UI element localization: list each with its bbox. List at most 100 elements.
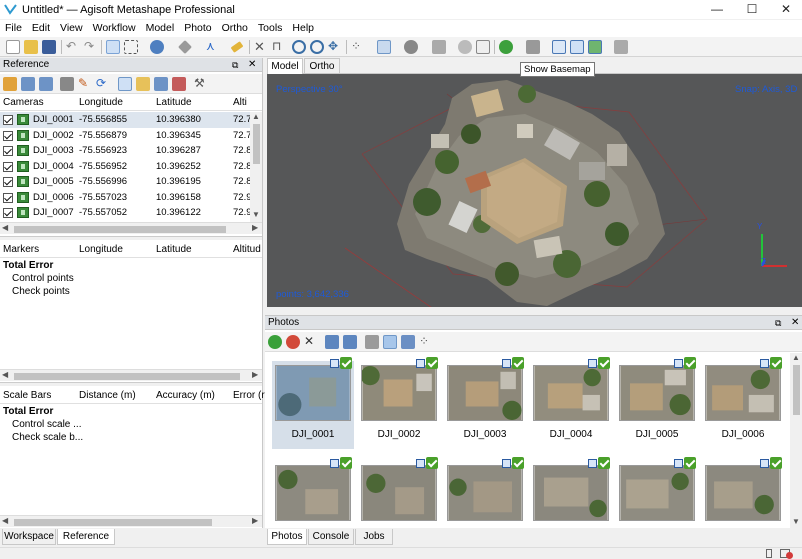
photo-thumbnail[interactable] bbox=[533, 465, 609, 521]
col-cameras[interactable]: Cameras bbox=[3, 95, 44, 111]
new-document-icon[interactable] bbox=[6, 40, 20, 54]
export-reference-icon[interactable] bbox=[21, 77, 35, 91]
show-flags-icon[interactable] bbox=[570, 40, 584, 54]
reset-view-icon[interactable]: ✥ bbox=[328, 40, 342, 54]
delete-selection-icon[interactable]: ✕ bbox=[254, 40, 268, 54]
import-reference-icon[interactable] bbox=[3, 77, 17, 91]
photo-thumbnail[interactable] bbox=[705, 365, 781, 421]
close-panel-icon[interactable]: ✕ bbox=[791, 316, 799, 330]
show-basemap-icon[interactable] bbox=[588, 40, 602, 54]
camera-enabled-checkbox[interactable] bbox=[3, 146, 13, 156]
col-accuracy[interactable]: Accuracy (m) bbox=[156, 388, 215, 404]
markers-horizontal-scrollbar[interactable]: ◀ ▶ bbox=[0, 369, 262, 381]
scroll-right-icon[interactable]: ▶ bbox=[252, 223, 258, 232]
col-latitude[interactable]: Latitude bbox=[156, 95, 192, 111]
tab-ortho[interactable]: Ortho bbox=[304, 58, 340, 74]
scroll-thumb[interactable] bbox=[793, 365, 800, 415]
scroll-right-icon[interactable]: ▶ bbox=[252, 370, 258, 379]
menu-model[interactable]: Model bbox=[141, 20, 180, 37]
col-marker-longitude[interactable]: Longitude bbox=[79, 242, 123, 258]
col-marker-altitude[interactable]: Altitud bbox=[233, 242, 261, 258]
redo-icon[interactable]: ↷ bbox=[84, 40, 98, 54]
table-row[interactable]: DJI_0003 -75.556923 10.396287 72.8 bbox=[0, 143, 252, 159]
col-scale-bars[interactable]: Scale Bars bbox=[3, 388, 51, 404]
photo-thumbnail[interactable] bbox=[619, 465, 695, 521]
rotate-right-icon[interactable] bbox=[343, 335, 357, 349]
maximize-button[interactable]: ☐ bbox=[735, 0, 769, 19]
scroll-right-icon[interactable]: ▶ bbox=[252, 516, 258, 525]
camera-enabled-checkbox[interactable] bbox=[3, 161, 13, 172]
camera-enabled-checkbox[interactable] bbox=[3, 192, 13, 203]
menu-view[interactable]: View bbox=[55, 20, 88, 37]
photo-thumbnail[interactable] bbox=[361, 365, 437, 421]
scalebars-total-error[interactable]: Total Error bbox=[3, 406, 53, 417]
tab-console[interactable]: Console bbox=[308, 529, 354, 545]
error-status-icon[interactable] bbox=[786, 552, 793, 559]
camera-capture-icon[interactable] bbox=[526, 40, 540, 54]
photo-thumbnail[interactable] bbox=[619, 365, 695, 421]
scalebars-horizontal-scrollbar[interactable]: ◀ ▶ bbox=[0, 515, 262, 527]
table-row[interactable]: DJI_0002 -75.556879 10.396345 72.7 bbox=[0, 127, 252, 143]
open-folder-icon[interactable] bbox=[24, 40, 38, 54]
markers-control-points[interactable]: Control points bbox=[12, 273, 74, 284]
menu-workflow[interactable]: Workflow bbox=[88, 20, 141, 37]
calculator-icon[interactable] bbox=[60, 77, 74, 91]
menu-photo[interactable]: Photo bbox=[179, 20, 216, 37]
model-viewport[interactable]: Perspective 30° Snap: Axis, 3D points: 3… bbox=[267, 74, 802, 307]
photo-thumbnail[interactable] bbox=[447, 465, 523, 521]
splitter[interactable] bbox=[0, 382, 262, 386]
view-source-icon[interactable] bbox=[118, 77, 132, 91]
col-longitude[interactable]: Longitude bbox=[79, 95, 123, 111]
masks-import-icon[interactable] bbox=[365, 335, 379, 349]
photo-thumbnail[interactable] bbox=[275, 465, 351, 521]
rotate-left-icon[interactable] bbox=[325, 335, 339, 349]
scroll-up-icon[interactable]: ▲ bbox=[792, 353, 800, 362]
masks-export-icon[interactable] bbox=[383, 335, 397, 349]
cameras-horizontal-scrollbar[interactable]: ◀ ▶ bbox=[0, 222, 262, 234]
zoom-out-icon[interactable] bbox=[310, 40, 324, 54]
update-transform-icon[interactable]: ⟳ bbox=[96, 77, 110, 91]
ruler-point-icon[interactable] bbox=[178, 40, 192, 54]
scroll-thumb[interactable] bbox=[14, 226, 226, 233]
scalebars-control-scale[interactable]: Control scale ... bbox=[12, 419, 81, 430]
zoom-in-icon[interactable] bbox=[292, 40, 306, 54]
tab-reference[interactable]: Reference bbox=[57, 529, 115, 545]
reset-masks-icon[interactable] bbox=[401, 335, 415, 349]
settings-icon[interactable]: ⚒ bbox=[194, 77, 208, 91]
camera-enabled-checkbox[interactable] bbox=[3, 115, 13, 125]
markers-check-points[interactable]: Check points bbox=[12, 286, 70, 297]
col-distance[interactable]: Distance (m) bbox=[79, 388, 136, 404]
close-window-button[interactable]: ✕ bbox=[769, 0, 802, 19]
clear-reference-icon[interactable] bbox=[39, 77, 53, 91]
scroll-thumb[interactable] bbox=[14, 519, 212, 526]
scroll-thumb[interactable] bbox=[14, 373, 240, 380]
table-row[interactable]: DJI_0007 -75.557052 10.396122 72.9 bbox=[0, 205, 252, 221]
markers-total-error[interactable]: Total Error bbox=[3, 260, 53, 271]
minimize-button[interactable]: — bbox=[700, 0, 734, 19]
tab-model[interactable]: Model bbox=[267, 58, 303, 74]
layers-icon[interactable] bbox=[614, 40, 628, 54]
scroll-thumb[interactable] bbox=[253, 124, 260, 164]
scroll-left-icon[interactable]: ◀ bbox=[2, 223, 8, 232]
photo-thumbnail[interactable] bbox=[361, 465, 437, 521]
menu-edit[interactable]: Edit bbox=[27, 20, 55, 37]
show-shapes-icon[interactable] bbox=[552, 40, 566, 54]
photo-thumbnail[interactable] bbox=[705, 465, 781, 521]
camera-enabled-checkbox[interactable] bbox=[3, 177, 13, 187]
float-panel-icon[interactable]: ⧉ bbox=[232, 58, 238, 72]
rectangle-selection-icon[interactable] bbox=[124, 40, 138, 54]
scroll-left-icon[interactable]: ◀ bbox=[2, 370, 8, 379]
globe-icon[interactable] bbox=[499, 40, 513, 54]
menu-ortho[interactable]: Ortho bbox=[217, 20, 253, 37]
remove-cameras-icon[interactable]: ✕ bbox=[304, 335, 318, 349]
optimize-cameras-icon[interactable]: ✎ bbox=[78, 77, 92, 91]
point-cloud-icon[interactable]: ⁘ bbox=[351, 40, 365, 54]
table-row[interactable]: DJI_0001 -75.556855 10.396380 72.7 bbox=[0, 112, 252, 128]
photo-thumbnail[interactable] bbox=[447, 365, 523, 421]
col-marker-latitude[interactable]: Latitude bbox=[156, 242, 192, 258]
tab-photos[interactable]: Photos bbox=[267, 529, 307, 545]
draw-polyline-icon[interactable]: ⋏ bbox=[206, 40, 220, 54]
menu-tools[interactable]: Tools bbox=[253, 20, 288, 37]
save-icon[interactable] bbox=[42, 40, 56, 54]
col-error[interactable]: Error (r bbox=[233, 388, 265, 404]
